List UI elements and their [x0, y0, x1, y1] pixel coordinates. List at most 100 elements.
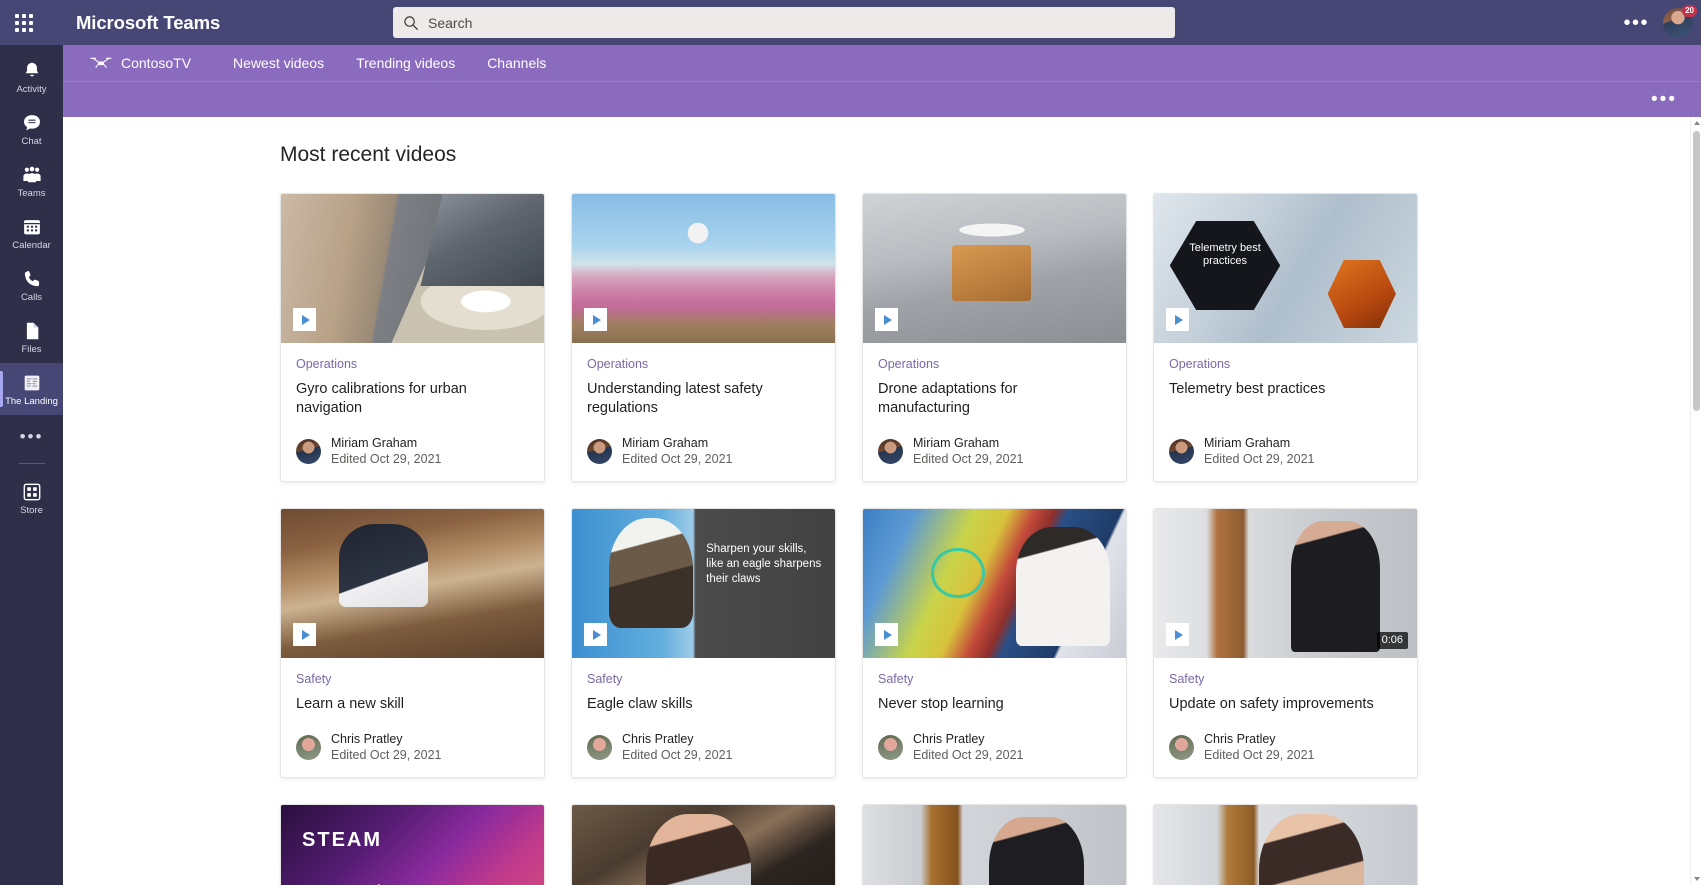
video-card[interactable]: [1153, 804, 1418, 885]
video-card[interactable]: [862, 804, 1127, 885]
video-card-body: Safety Update on safety improvements: [1154, 658, 1417, 714]
sidebar-item-label: Calls: [20, 291, 43, 303]
video-title[interactable]: Update on safety improvements: [1169, 695, 1402, 714]
thumbnail-art: STEAMPartner updates: [281, 805, 544, 885]
video-title[interactable]: Drone adaptations for manufacturing: [878, 380, 1111, 418]
play-button[interactable]: [875, 308, 898, 331]
video-edited-date: Edited Oct 29, 2021: [622, 748, 733, 762]
tab-newest-videos[interactable]: Newest videos: [217, 45, 340, 81]
sidebar-item-store[interactable]: Store: [0, 472, 63, 524]
tab-channels[interactable]: Channels: [471, 45, 562, 81]
video-card[interactable]: Operations Understanding latest safety re…: [571, 193, 836, 482]
sidebar-item-files[interactable]: Files: [0, 311, 63, 363]
video-thumbnail[interactable]: 0:06: [1154, 509, 1417, 658]
video-title[interactable]: Telemetry best practices: [1169, 380, 1402, 399]
play-button[interactable]: [1166, 623, 1189, 646]
play-button[interactable]: [584, 308, 607, 331]
video-thumbnail[interactable]: [863, 509, 1126, 658]
sidebar-item-chat[interactable]: Chat: [0, 103, 63, 155]
video-category[interactable]: Safety: [587, 672, 820, 686]
page-title: Most recent videos: [280, 143, 457, 166]
video-thumbnail[interactable]: [1154, 805, 1417, 885]
vertical-scrollbar[interactable]: [1690, 117, 1701, 885]
thumbnail-art: [863, 805, 1126, 885]
sidebar-more-apps-button[interactable]: •••: [0, 415, 63, 459]
author-name: Chris Pratley: [331, 732, 403, 746]
scroll-down-button[interactable]: [1691, 873, 1701, 885]
tab-trending-videos[interactable]: Trending videos: [340, 45, 471, 81]
video-card[interactable]: Telemetry best practices Operations Teleme…: [1153, 193, 1418, 482]
video-card[interactable]: Sharpen your skills, like an eagle sharp…: [571, 508, 836, 778]
thumbnail-overlay-text: STEAM: [302, 828, 383, 851]
video-card[interactable]: Safety Learn a new skill Chris Pratley Edit…: [280, 508, 545, 778]
play-button[interactable]: [1166, 308, 1189, 331]
app-tile-icon: [24, 375, 39, 390]
settings-more-button[interactable]: •••: [1615, 12, 1657, 34]
sidebar-item-calls[interactable]: Calls: [0, 259, 63, 311]
sidebar-item-the-landing[interactable]: The Landing: [0, 363, 63, 415]
video-category[interactable]: Operations: [296, 357, 529, 371]
video-thumbnail[interactable]: [863, 194, 1126, 343]
thumbnail-art: Sharpen your skills, like an eagle sharp…: [572, 509, 835, 658]
play-button[interactable]: [293, 623, 316, 646]
sidebar-item-label: Teams: [17, 187, 46, 199]
video-thumbnail[interactable]: [281, 194, 544, 343]
video-thumbnail[interactable]: [572, 805, 835, 885]
video-author-row: Miriam Graham Edited Oct 29, 2021: [1154, 418, 1417, 481]
video-card[interactable]: [571, 804, 836, 885]
video-category[interactable]: Safety: [1169, 672, 1402, 686]
video-author-row: Miriam Graham Edited Oct 29, 2021: [572, 418, 835, 481]
sidebar-item-teams[interactable]: Teams: [0, 155, 63, 207]
video-thumbnail[interactable]: Telemetry best practices: [1154, 194, 1417, 343]
app-rail: Activity Chat Teams Calendar Calls Files…: [0, 45, 63, 885]
avatar[interactable]: 20: [1663, 4, 1697, 38]
chevron-down-icon: [1693, 877, 1700, 881]
video-card[interactable]: Operations Gyro calibrations for urban na…: [280, 193, 545, 482]
video-card[interactable]: 0:06 Safety Update on safety improvements C…: [1153, 508, 1418, 778]
video-duration-badge: 0:06: [1376, 632, 1408, 649]
scroll-up-button[interactable]: [1691, 117, 1701, 129]
play-icon: [1174, 629, 1183, 640]
play-button[interactable]: [875, 623, 898, 646]
video-card[interactable]: Safety Never stop learning Chris Pratley Ed…: [862, 508, 1127, 778]
app-brand[interactable]: ContosoTV: [90, 45, 217, 81]
scrollbar-thumb[interactable]: [1693, 131, 1700, 411]
video-thumbnail[interactable]: [572, 194, 835, 343]
video-card[interactable]: Operations Drone adaptations for manufact…: [862, 193, 1127, 482]
video-card-body: Safety Learn a new skill: [281, 658, 544, 714]
video-title[interactable]: Eagle claw skills: [587, 695, 820, 714]
video-thumbnail[interactable]: [863, 805, 1126, 885]
sidebar-item-label: Files: [21, 343, 42, 355]
video-category[interactable]: Operations: [878, 357, 1111, 371]
video-edited-date: Edited Oct 29, 2021: [913, 452, 1024, 466]
video-edited-date: Edited Oct 29, 2021: [622, 452, 733, 466]
video-category[interactable]: Operations: [587, 357, 820, 371]
video-title[interactable]: Gyro calibrations for urban navigation: [296, 380, 529, 418]
author-avatar: [296, 439, 321, 464]
play-icon: [592, 629, 601, 640]
video-thumbnail[interactable]: [281, 509, 544, 658]
teams-window: Microsoft Teams Search ••• 20 Activity C…: [0, 0, 1701, 885]
video-category[interactable]: Safety: [878, 672, 1111, 686]
video-thumbnail[interactable]: Sharpen your skills, like an eagle sharp…: [572, 509, 835, 658]
video-thumbnail[interactable]: STEAMPartner updates: [281, 805, 544, 885]
app-launcher-button[interactable]: [0, 0, 48, 45]
video-card[interactable]: STEAMPartner updates: [280, 804, 545, 885]
play-button[interactable]: [584, 623, 607, 646]
video-title[interactable]: Understanding latest safety regulations: [587, 380, 820, 418]
video-author-row: Chris Pratley Edited Oct 29, 2021: [281, 714, 544, 777]
video-title[interactable]: Never stop learning: [878, 695, 1111, 714]
body: Activity Chat Teams Calendar Calls Files…: [0, 45, 1701, 885]
play-icon: [301, 314, 310, 325]
video-category[interactable]: Safety: [296, 672, 529, 686]
sidebar-item-label: The Landing: [5, 395, 58, 407]
video-edited-date: Edited Oct 29, 2021: [1204, 452, 1315, 466]
play-button[interactable]: [293, 308, 316, 331]
video-title[interactable]: Learn a new skill: [296, 695, 529, 714]
search-input[interactable]: Search: [393, 7, 1175, 38]
author-avatar: [878, 439, 903, 464]
video-category[interactable]: Operations: [1169, 357, 1402, 371]
app-more-options-button[interactable]: •••: [1645, 90, 1683, 110]
sidebar-item-activity[interactable]: Activity: [0, 51, 63, 103]
sidebar-item-calendar[interactable]: Calendar: [0, 207, 63, 259]
